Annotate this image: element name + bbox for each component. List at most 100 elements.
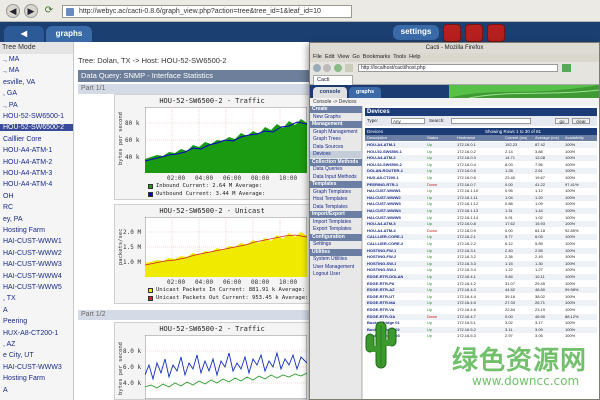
- menu-tools[interactable]: Tools: [393, 54, 406, 60]
- column-header[interactable]: Hostname: [457, 135, 475, 141]
- tree-item[interactable]: Peering: [0, 318, 73, 325]
- tree-item[interactable]: HOU-52-SW6500-1: [0, 113, 73, 120]
- device-name-link[interactable]: HAI-CUST-WWW5: [367, 215, 401, 221]
- tree-item[interactable]: HUX-A8-CT200-1: [0, 330, 73, 337]
- table-row[interactable]: HOSTING-SW-1 Up 172.16.3.3 1.15 1.30 100%: [365, 260, 597, 267]
- device-name-link[interactable]: HOU-52-SW6500-1: [367, 149, 402, 155]
- console-menu-item[interactable]: Logout User: [310, 271, 362, 278]
- table-row[interactable]: Bucket Bridge 03Up172.16.5.32.973.05100%: [365, 333, 597, 340]
- device-name-link[interactable]: EDGE-RTR-DOLAN: [367, 274, 403, 280]
- tree-item[interactable]: HOU-52-SW6500-2: [0, 124, 73, 132]
- table-row[interactable]: HAI-CUST-WWW2 Up 172.16.1.11 1.04 1.20 100%: [365, 194, 597, 201]
- device-name-link[interactable]: HOSTING-FW-2: [367, 254, 396, 260]
- tree-item[interactable]: HAI-CUST-WWW1: [0, 238, 73, 245]
- unicast-graph[interactable]: HOU-52-SW6500-2 - Unicast packets/sec 2.…: [114, 204, 310, 304]
- clear-button[interactable]: clear: [572, 118, 590, 124]
- tree-item[interactable]: HAI-CUST-WWW5: [0, 284, 73, 291]
- tree-item[interactable]: HOU-A4-ATM-3: [0, 170, 73, 177]
- back-icon[interactable]: ◀: [6, 4, 20, 18]
- table-row[interactable]: EDGE-RTR-MA Up 172.16.4.5 27.33 26.71 100%: [365, 300, 597, 307]
- tree-item[interactable]: e City, UT: [0, 352, 73, 359]
- tree-item[interactable]: ., MA: [0, 67, 73, 74]
- device-name-link[interactable]: HOSTING-SW-1: [367, 261, 396, 267]
- tree-item[interactable]: HOU-A4-ATM-4: [0, 181, 73, 188]
- address-bar[interactable]: http://webyc.ac/cacti-0.8.6/graph_view.p…: [62, 5, 352, 18]
- table-row[interactable]: HOSTING-FW-2 Up 172.16.3.2 2.36 2.49 100%: [365, 254, 597, 261]
- console-menu-item[interactable]: Graph Management: [310, 129, 362, 136]
- console-menu-item[interactable]: Data Templates: [310, 204, 362, 211]
- console-menu-item[interactable]: Graph Trees: [310, 136, 362, 143]
- table-row[interactable]: HOSTING-FW-1 Up 172.16.3.1 2.40 2.55 100%: [365, 247, 597, 254]
- device-name-link[interactable]: HAI-CUST-WWW4: [367, 208, 401, 214]
- console-menu-item[interactable]: Import Templates: [310, 219, 362, 226]
- device-name-link[interactable]: HAI-CUST-WWW1: [367, 188, 401, 194]
- table-row[interactable]: HAI-CUST-WWW1 Up 172.16.1.10 0.95 1.12 100%: [365, 188, 597, 195]
- table-row[interactable]: EDGE-RTR-PA Up 172.16.4.2 31.07 29.45 100%: [365, 280, 597, 287]
- table-row[interactable]: CALLLIER-CORE-1 Up 172.16.2.1 5.77 6.03 100%: [365, 234, 597, 241]
- console-menu-item[interactable]: User Management: [310, 264, 362, 271]
- column-header[interactable]: Average (ms): [535, 135, 559, 141]
- table-row[interactable]: EDGE-RTR-UT Up 172.16.4.4 39.16 38.02 100%: [365, 293, 597, 300]
- tree-item[interactable]: , TX: [0, 295, 73, 302]
- device-name-link[interactable]: EDGE-RTR-VA: [367, 307, 394, 313]
- table-row[interactable]: HOU-52-SW6500-1 Up 172.16.0.2 2.14 3.88 100%: [365, 148, 597, 155]
- device-name-link[interactable]: EDGE-RTR-MA: [367, 300, 395, 306]
- tree-item[interactable]: HAI-CUST-WWW2: [0, 250, 73, 257]
- device-name-link[interactable]: HOSTING-SW-2: [367, 267, 396, 273]
- reload-icon[interactable]: [334, 64, 342, 72]
- forward-icon[interactable]: [323, 64, 331, 72]
- table-row[interactable]: HOU-A4-ATM-3 Up 172.16.0.8 17.62 15.93 100%: [365, 221, 597, 228]
- tree-item[interactable]: HAI-CUST-WWW3: [0, 364, 73, 371]
- menu-view[interactable]: View: [337, 54, 349, 60]
- type-select[interactable]: Any: [391, 118, 425, 124]
- traffic-graph[interactable]: HOU-52-SW6500-2 - Traffic bytes per seco…: [114, 94, 310, 200]
- console-menu-item[interactable]: Settings: [310, 241, 362, 248]
- table-row[interactable]: CALLLIER-CORE-2 Up 172.16.2.2 6.12 5.89 100%: [365, 241, 597, 247]
- device-name-link[interactable]: CALLLIER-CORE-1: [367, 234, 403, 240]
- browser-tab[interactable]: Cacti: [313, 75, 353, 85]
- table-row[interactable]: HAI-CUST-WWW4 Up 172.16.1.13 1.31 1.44 100%: [365, 208, 597, 214]
- tree-item[interactable]: HAI-CUST-WWW3: [0, 261, 73, 268]
- table-row[interactable]: Bucket Bridge 02 Up 172.16.5.2 3.11 3.09 100%: [365, 326, 597, 333]
- tree-item[interactable]: Calllier Core: [0, 136, 73, 143]
- device-name-link[interactable]: HOU-A4-ATM-1: [367, 142, 396, 148]
- go-icon[interactable]: [562, 64, 571, 72]
- console-menu-item[interactable]: Data Input Methods: [310, 174, 362, 181]
- graph-zoom-icon[interactable]: [443, 24, 461, 42]
- tree-item[interactable]: , GA: [0, 90, 73, 97]
- address-bar[interactable]: http://localhost/cacti/host.php: [358, 64, 558, 72]
- device-name-link[interactable]: HOSTING-FW-1: [367, 248, 396, 254]
- table-row[interactable]: EDGE-RTR-GA Down 172.16.4.7 0.00 48.90 88.12%: [365, 313, 597, 320]
- tree-item[interactable]: , AZ: [0, 341, 73, 348]
- device-name-link[interactable]: HAI-CUST-WWW3: [367, 201, 401, 207]
- column-header[interactable]: Availability: [565, 135, 584, 141]
- table-row[interactable]: DOLAN-ROUTER-1 Up 172.16.0.5 1.28 2.61 100%: [365, 168, 597, 175]
- search-input[interactable]: [451, 118, 531, 124]
- tree-item[interactable]: RC: [0, 204, 73, 211]
- console-menu-item[interactable]: System Utilities: [310, 256, 362, 263]
- device-name-link[interactable]: HOU-A4-ATM-3: [367, 221, 396, 227]
- console-menu-item[interactable]: Data Sources: [310, 144, 362, 151]
- menu-edit[interactable]: Edit: [325, 54, 334, 60]
- device-name-link[interactable]: PEERING-RTR-1: [367, 182, 398, 188]
- tree-item[interactable]: A: [0, 387, 73, 394]
- device-name-link[interactable]: HOU-A4-ATM-2: [367, 155, 396, 161]
- device-name-link[interactable]: HOU-52-SW6500-2: [367, 162, 402, 168]
- menu-bookmarks[interactable]: Bookmarks: [363, 54, 391, 60]
- console-menu-item[interactable]: Graph Templates: [310, 189, 362, 196]
- device-name-link[interactable]: CALLLIER-CORE-2: [367, 241, 403, 247]
- forward-icon[interactable]: ▶: [24, 4, 38, 18]
- table-row[interactable]: EDGE-RTR-AZ Up 172.16.4.3 44.52 46.80 99.98%: [365, 287, 597, 294]
- console-menu-item[interactable]: New Graphs: [310, 114, 362, 121]
- tab-graphs[interactable]: graphs: [46, 26, 92, 42]
- settings-button[interactable]: settings: [393, 25, 439, 40]
- traffic-graph-2[interactable]: HOU-52-SW6500-2 - Traffic bytes per seco…: [114, 322, 310, 400]
- tree-item[interactable]: ey, PA: [0, 216, 73, 223]
- tree-item[interactable]: HOU-A4-ATM-1: [0, 147, 73, 154]
- table-row[interactable]: EDGE-RTR-DOLAN Up 172.16.4.1 9.84 10.11 100%: [365, 274, 597, 280]
- device-name-link[interactable]: DOLAN-ROUTER-1: [367, 168, 403, 174]
- back-icon[interactable]: [313, 64, 321, 72]
- table-row[interactable]: HOU-52-SW6500-2 Up 172.16.0.4 8.03 7.56 100%: [365, 161, 597, 168]
- device-name-link[interactable]: EDGE-RTR-PA: [367, 281, 394, 287]
- device-name-link[interactable]: HAI-CUST-WWW2: [367, 195, 401, 201]
